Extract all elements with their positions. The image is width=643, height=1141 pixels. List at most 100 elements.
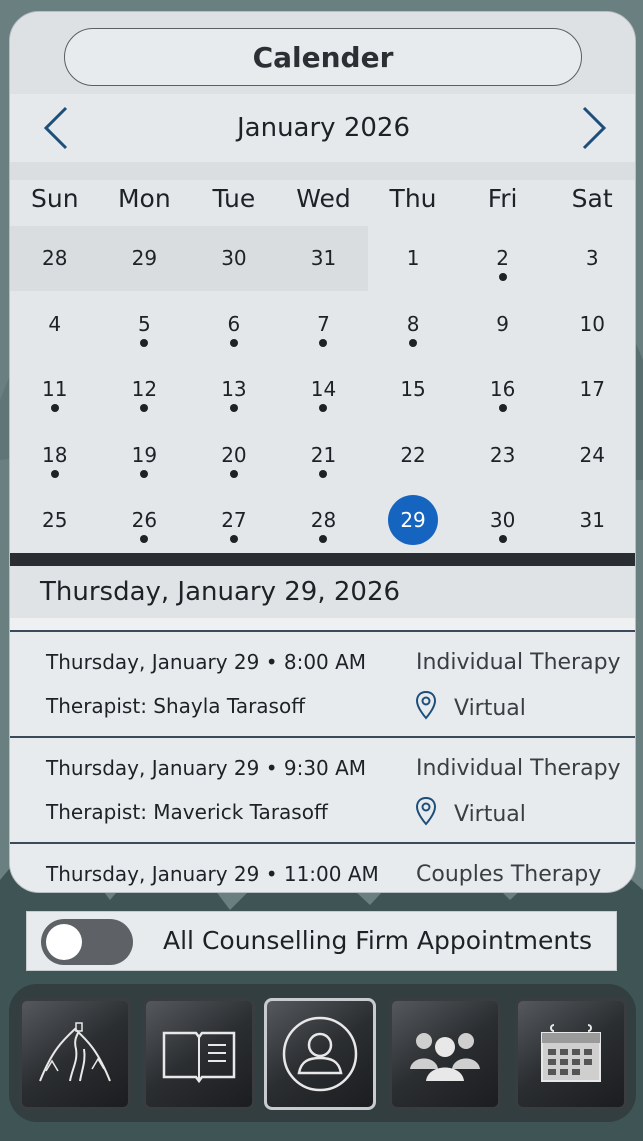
day-number: 15 [400,377,426,402]
dow-label: Sat [571,184,613,213]
day-number: 13 [221,377,247,402]
calendar-day[interactable]: 28 [10,226,100,292]
calendar-day[interactable]: 6 [189,292,279,358]
calendar-day[interactable]: 31 [279,226,369,292]
day-number: 31 [310,246,337,270]
appointment-item[interactable]: Thursday, January 29 • 9:30 AM Therapist… [10,736,635,842]
title-area: Calender [10,12,635,94]
calendar-day[interactable]: 12 [100,357,190,423]
day-number: 24 [579,442,605,467]
calendar-day[interactable]: 15 [368,357,458,423]
appointment-indicator-dot [498,273,507,281]
next-month-button[interactable] [572,104,612,152]
location-pin-icon [415,690,437,720]
appointment-indicator-dot [229,535,238,544]
day-number: 26 [131,508,158,533]
spacer [10,618,635,630]
day-number: 27 [221,508,247,533]
appointment-indicator-dot [140,535,149,544]
selected-date-heading: Thursday, January 29, 2026 [10,566,635,618]
day-number: 30 [221,246,247,270]
appointment-indicator-dot [319,338,328,347]
calendar-day[interactable]: 2 [458,226,548,292]
day-number: 12 [131,377,158,402]
calendar-day[interactable]: 13 [189,357,279,423]
day-number: 23 [489,442,516,467]
appointment-item[interactable]: Thursday, January 29 • 11:00 AM Couples … [10,842,635,892]
calendar-grid: 28 29 30 31 1 2 3 4 5 6 7 8 9 10 11 12 13 14 15 16 17 18 19 20 2… [10,226,635,555]
appointment-time: Thursday, January 29 • 9:30 AM [46,756,367,780]
calendar-day[interactable]: 16 [458,357,548,423]
day-number: 5 [137,311,151,336]
day-number: 18 [42,442,68,467]
calendar-day[interactable]: 14 [279,357,369,423]
appointment-item[interactable]: Thursday, January 29 • 8:00 AM Therapist… [10,630,635,736]
calendar-day[interactable]: 26 [100,488,190,554]
calendar-day[interactable]: 30 [189,226,279,292]
appointment-indicator-dot [229,404,238,413]
calendar-day[interactable]: 5 [100,292,190,358]
bottom-tab-bar [9,984,636,1122]
calendar-day[interactable]: 19 [100,423,190,489]
calendar-day[interactable]: 11 [10,357,100,423]
day-number: 29 [388,495,439,546]
appointment-time: Thursday, January 29 • 11:00 AM [46,862,379,886]
open-book-icon [162,1031,236,1084]
calendar-day[interactable]: 8 [368,292,458,358]
calendar-day[interactable]: 4 [10,292,100,358]
tab-groups[interactable] [389,998,501,1110]
day-number: 3 [585,246,599,270]
calendar-day[interactable]: 25 [10,488,100,554]
tab-profile[interactable] [264,998,376,1110]
appointment-time: Thursday, January 29 • 8:00 AM [46,650,367,674]
appointment-indicator-dot [50,404,59,413]
calendar-day[interactable]: 22 [368,423,458,489]
mountain-path-icon [39,1022,111,1082]
calendar-day[interactable]: 20 [189,423,279,489]
appointment-location: Virtual [454,802,526,827]
all-appointments-toggle[interactable] [41,919,133,965]
appointment-indicator-dot [229,469,238,478]
separator [10,162,635,180]
calendar-day[interactable]: 29 [100,226,190,292]
divider [10,553,635,566]
calendar-day[interactable]: 10 [547,292,635,358]
day-number: 21 [310,442,337,467]
calendar-day[interactable]: 28 [279,488,369,554]
dow-label: Fri [487,184,518,213]
day-number: 20 [221,442,247,467]
appointment-indicator-dot [140,469,149,478]
appointment-indicator-dot [319,535,328,544]
tab-calendar[interactable] [515,998,627,1110]
all-appointments-toggle-row: All Counselling Firm Appointments [26,911,617,971]
tab-journey[interactable] [19,998,131,1110]
calendar-day[interactable]: 21 [279,423,369,489]
calendar-day-selected[interactable]: 29 [368,488,458,554]
calendar-day[interactable]: 18 [10,423,100,489]
dow-label: Tue [212,184,256,213]
calendar-day[interactable]: 27 [189,488,279,554]
calendar-day[interactable]: 17 [547,357,635,423]
calendar-day[interactable]: 24 [547,423,635,489]
day-of-week-header: Sun Mon Tue Wed Thu Fri Sat [10,184,635,226]
calendar-day[interactable]: 30 [458,488,548,554]
calendar-day[interactable]: 1 [368,226,458,292]
calendar-day[interactable]: 3 [547,226,635,292]
appointment-type: Couples Therapy [416,862,602,887]
calendar-icon [541,1024,601,1082]
chevron-left-icon [43,106,68,150]
group-icon [410,1033,480,1081]
chevron-right-icon [582,106,607,150]
appointment-indicator-dot [229,338,238,347]
calendar-day[interactable]: 9 [458,292,548,358]
calendar-day[interactable]: 23 [458,423,548,489]
appointment-location: Virtual [454,696,526,721]
profile-icon [282,1016,358,1092]
calendar-day[interactable]: 31 [547,488,635,554]
month-label: January 2026 [237,113,410,143]
appointment-indicator-dot [140,404,149,413]
previous-month-button[interactable] [38,104,78,152]
calendar-day[interactable]: 7 [279,292,369,358]
day-number: 9 [496,311,509,336]
tab-resources[interactable] [143,998,255,1110]
